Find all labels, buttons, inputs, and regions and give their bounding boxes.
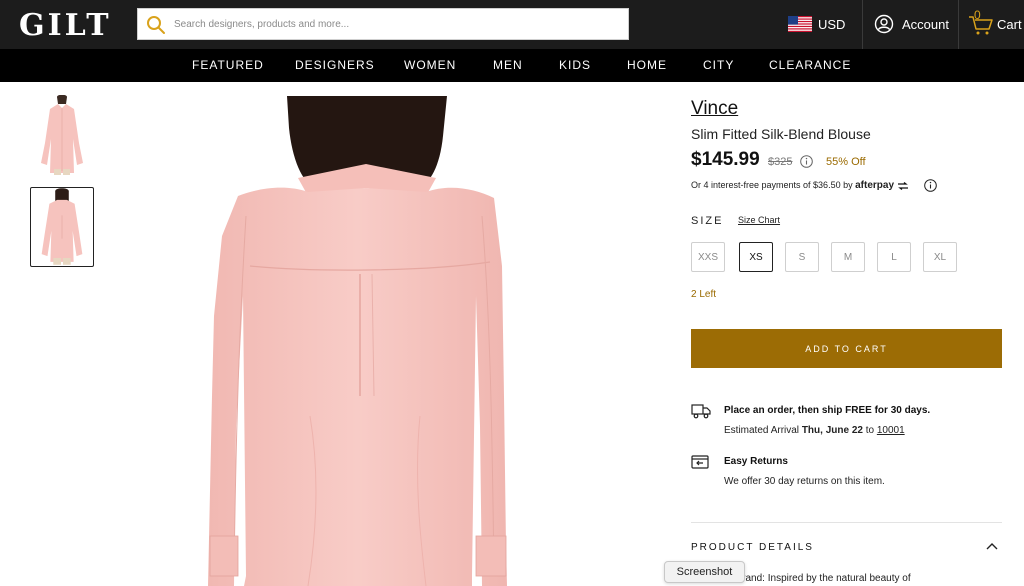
size-option-xl[interactable]: XL (923, 242, 957, 272)
size-option-xs[interactable]: XS (739, 242, 773, 272)
product-name: Slim Fitted Silk-Blend Blouse (691, 126, 871, 142)
account-icon (874, 14, 894, 34)
original-price: $325 (768, 156, 793, 168)
cart-icon (969, 16, 993, 35)
nav-item-kids[interactable]: KIDS (559, 58, 591, 72)
cart-button[interactable]: 0 Cart (968, 8, 1022, 38)
cart-icon-wrapper: 0 (968, 8, 994, 36)
size-chart-link[interactable]: Size Chart (738, 215, 780, 225)
nav-item-women[interactable]: WOMEN (404, 58, 456, 72)
search-icon[interactable] (146, 15, 166, 35)
thumbnail-front[interactable] (30, 94, 94, 175)
nav-item-city[interactable]: CITY (703, 58, 734, 72)
nav-item-featured[interactable]: FEATURED (192, 58, 264, 72)
size-label: SIZE (691, 215, 724, 227)
header-divider (958, 0, 959, 49)
nav-item-clearance[interactable]: CLEARANCE (769, 58, 851, 72)
returns-subtitle: We offer 30 day returns on this item. (724, 476, 885, 487)
afterpay-text: Or 4 interest-free payments of $36.50 by (691, 180, 853, 190)
discount-badge: 55% Off (826, 156, 866, 168)
zip-code-link[interactable]: 10001 (877, 425, 905, 436)
afterpay-info-icon[interactable] (924, 179, 937, 192)
afterpay-arrows-icon (897, 181, 908, 190)
cart-label: Cart (997, 16, 1022, 32)
header-divider (862, 0, 863, 49)
estimated-arrival: Estimated Arrival Thu, June 22 to 10001 (724, 425, 905, 436)
size-option-s[interactable]: S (785, 242, 819, 272)
us-flag-icon (788, 16, 812, 32)
arrival-prefix: Estimated Arrival (724, 425, 800, 436)
shipping-truck-icon (691, 404, 711, 419)
blouse-front-thumbnail-image (41, 94, 83, 175)
section-divider (691, 522, 1002, 523)
returns-icon (691, 455, 709, 469)
thumbnail-back[interactable] (30, 187, 94, 267)
add-to-cart-button[interactable]: ADD TO CART (691, 329, 1002, 368)
stock-count: 2 Left (691, 289, 717, 300)
main-nav: FEATURED DESIGNERS WOMEN MEN KIDS HOME C… (0, 49, 1024, 82)
main-product-image[interactable] (190, 96, 520, 586)
top-bar: GILT USD Account (0, 0, 1024, 49)
blouse-back-thumbnail-image (41, 188, 83, 265)
product-details-toggle[interactable]: PRODUCT DETAILS (691, 542, 814, 553)
price-info-icon[interactable] (800, 155, 813, 168)
shipping-title: Place an order, then ship FREE for 30 da… (724, 405, 931, 416)
screenshot-tooltip: Screenshot (664, 561, 745, 583)
nav-item-men[interactable]: MEN (493, 58, 523, 72)
gilt-logo[interactable]: GILT (19, 8, 112, 43)
nav-item-home[interactable]: HOME (627, 58, 667, 72)
currency-label: USD (818, 16, 846, 32)
afterpay-line: Or 4 interest-free payments of $36.50 by… (691, 180, 909, 191)
size-option-xxs[interactable]: XXS (691, 242, 725, 272)
size-option-m[interactable]: M (831, 242, 865, 272)
brand-link[interactable]: Vince (691, 98, 738, 120)
nav-item-designers[interactable]: DESIGNERS (295, 58, 375, 72)
account-label: Account (902, 16, 949, 32)
size-option-l[interactable]: L (877, 242, 911, 272)
sale-price: $145.99 (691, 149, 760, 170)
afterpay-logo: afterpay (855, 180, 895, 191)
chevron-up-icon[interactable] (985, 540, 999, 552)
currency-selector[interactable]: USD (788, 14, 845, 34)
arrival-date: Thu, June 22 (801, 425, 863, 436)
account-button[interactable]: Account (874, 12, 949, 36)
search-box[interactable] (137, 8, 629, 40)
search-input[interactable] (174, 9, 622, 39)
returns-title: Easy Returns (724, 456, 788, 467)
arrival-to: to (865, 425, 875, 436)
cart-count: 0 (974, 8, 981, 22)
